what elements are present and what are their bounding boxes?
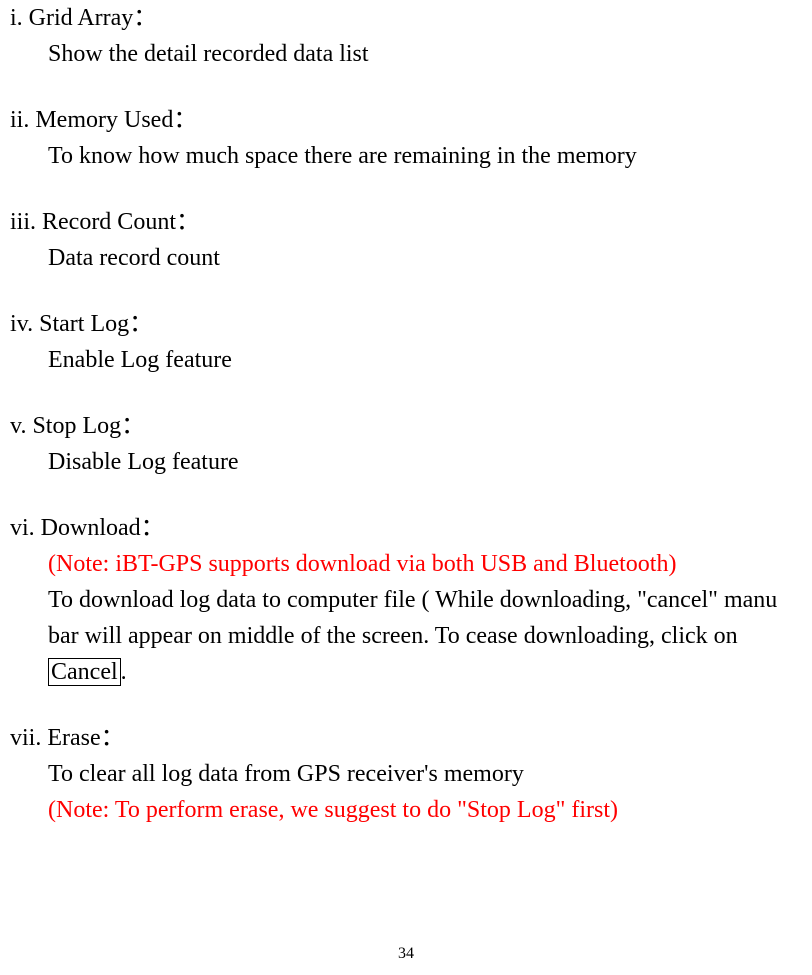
section-note-container: (Note: To perform erase, we suggest to d…: [10, 792, 802, 828]
page-number: 34: [0, 945, 812, 963]
desc-pre: To download log data to computer file ( …: [48, 587, 777, 649]
section-title: vii. Erase：: [10, 720, 802, 756]
section-desc: Show the detail recorded data list: [10, 36, 802, 72]
section-memory-used: ii. Memory Used： To know how much space …: [10, 102, 802, 174]
section-record-count: iii. Record Count： Data record count: [10, 204, 802, 276]
section-note: (Note: To perform erase, we suggest to d…: [48, 797, 618, 823]
section-desc: To know how much space there are remaini…: [10, 138, 802, 174]
section-title: i. Grid Array：: [10, 0, 802, 36]
desc-post: .: [121, 659, 127, 685]
section-title: v. Stop Log：: [10, 408, 802, 444]
section-desc: Disable Log feature: [10, 444, 802, 480]
cancel-box: Cancel: [48, 658, 121, 686]
section-title: iii. Record Count：: [10, 204, 802, 240]
section-desc: To download log data to computer file ( …: [10, 582, 802, 690]
section-title: ii. Memory Used：: [10, 102, 802, 138]
section-title: vi. Download：: [10, 510, 802, 546]
section-title: iv. Start Log：: [10, 306, 802, 342]
section-note-container: (Note: iBT-GPS supports download via bot…: [10, 546, 802, 582]
section-desc: To clear all log data from GPS receiver'…: [10, 756, 802, 792]
section-stop-log: v. Stop Log： Disable Log feature: [10, 408, 802, 480]
section-desc: Enable Log feature: [10, 342, 802, 378]
section-erase: vii. Erase： To clear all log data from G…: [10, 720, 802, 828]
section-grid-array: i. Grid Array： Show the detail recorded …: [10, 0, 802, 72]
section-start-log: iv. Start Log： Enable Log feature: [10, 306, 802, 378]
section-desc: Data record count: [10, 240, 802, 276]
section-download: vi. Download： (Note: iBT-GPS supports do…: [10, 510, 802, 690]
section-note: (Note: iBT-GPS supports download via bot…: [48, 551, 676, 577]
